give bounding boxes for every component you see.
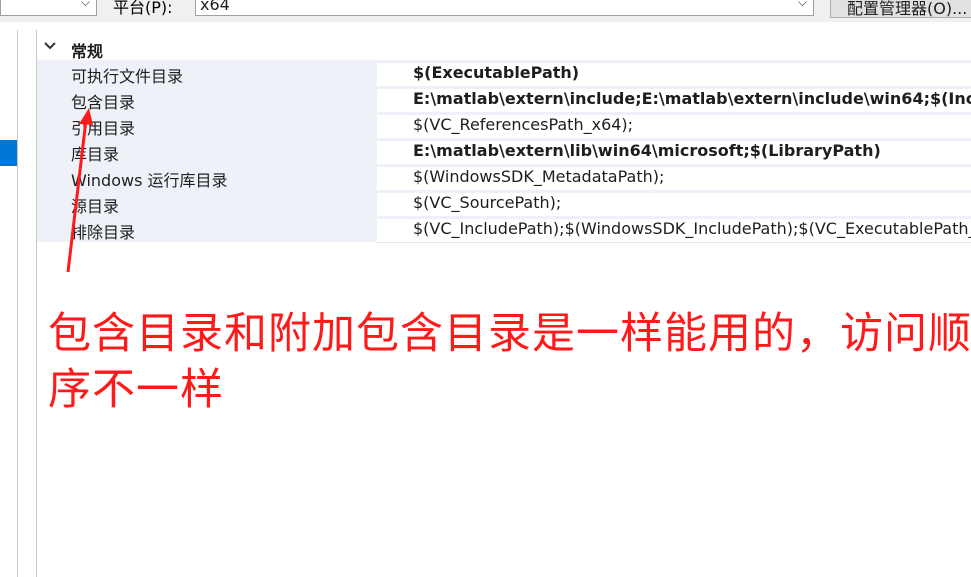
platform-label: 平台(P): — [113, 0, 173, 17]
configuration-dropdown[interactable]: ⌵ — [0, 0, 97, 16]
property-value[interactable]: $(ExecutablePath) — [377, 63, 971, 88]
property-name: 包含目录 — [71, 93, 136, 112]
platform-dropdown[interactable]: x64 ⌵ — [195, 0, 814, 16]
chevron-down-icon: ⌵ — [80, 0, 90, 9]
property-name: 源目录 — [71, 197, 120, 216]
property-row-reference-dirs[interactable]: 引用目录 $(VC_ReferencesPath_x64); — [37, 112, 971, 140]
property-grid: 常规 可执行文件目录 $(ExecutablePath) 包含目录 E:\mat… — [36, 30, 971, 577]
chevron-down-icon: ⌵ — [797, 0, 807, 9]
property-value[interactable]: E:\matlab\extern\include;E:\matlab\exter… — [377, 89, 971, 114]
property-name: 库目录 — [71, 145, 120, 164]
property-row-winrt-library-dirs[interactable]: Windows 运行库目录 $(WindowsSDK_MetadataPath)… — [37, 164, 971, 192]
configuration-manager-button[interactable]: 配置管理器(O)... — [830, 0, 971, 18]
chevron-down-icon[interactable] — [42, 38, 58, 54]
property-value[interactable]: $(WindowsSDK_MetadataPath); — [377, 167, 971, 192]
property-value[interactable]: E:\matlab\extern\lib\win64\microsoft;$(L… — [377, 141, 971, 166]
property-name: 排除目录 — [71, 223, 136, 242]
property-name: Windows 运行库目录 — [71, 171, 228, 190]
property-row-exclude-dirs[interactable]: 排除目录 $(VC_IncludePath);$(WindowsSDK_Incl… — [37, 216, 971, 244]
property-row-executable-dirs[interactable]: 可执行文件目录 $(ExecutablePath) — [37, 60, 971, 88]
platform-value: x64 — [200, 0, 230, 14]
property-value[interactable]: $(VC_ReferencesPath_x64); — [377, 115, 971, 140]
annotation-text: 包含目录和附加包含目录是一样能用的，访问顺序不一样 — [48, 309, 971, 415]
property-value[interactable]: $(VC_SourcePath); — [377, 193, 971, 218]
property-name: 引用目录 — [71, 119, 136, 138]
property-name: 可执行文件目录 — [71, 67, 184, 86]
property-value[interactable]: $(VC_IncludePath);$(WindowsSDK_IncludePa… — [377, 219, 971, 244]
property-tree-pane[interactable] — [0, 30, 18, 577]
group-name: 常规 — [71, 42, 104, 61]
tree-selected-item[interactable] — [0, 140, 17, 166]
property-row-include-dirs[interactable]: 包含目录 E:\matlab\extern\include;E:\matlab\… — [37, 86, 971, 114]
toolbar: ⌵ 平台(P): x64 ⌵ 配置管理器(O)... — [0, 0, 971, 22]
property-row-library-dirs[interactable]: 库目录 E:\matlab\extern\lib\win64\microsoft… — [37, 138, 971, 166]
property-row-source-dirs[interactable]: 源目录 $(VC_SourcePath); — [37, 190, 971, 218]
group-header-general[interactable]: 常规 — [37, 34, 971, 61]
